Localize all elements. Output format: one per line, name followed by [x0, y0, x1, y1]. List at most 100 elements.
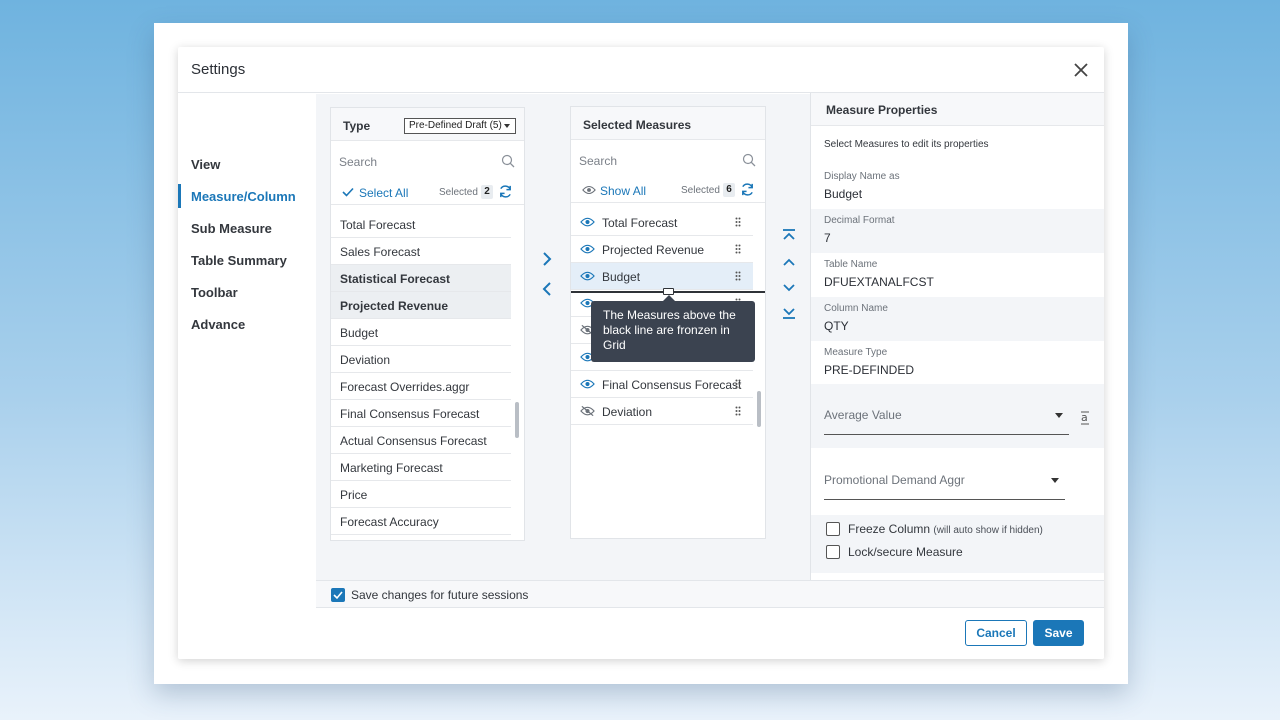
- drag-handle-icon[interactable]: [735, 379, 741, 389]
- selected-search-input[interactable]: Search: [579, 154, 617, 168]
- available-list-item[interactable]: Statistical Forecast: [331, 265, 511, 292]
- search-icon: [742, 153, 756, 167]
- available-list-item[interactable]: Deviation: [331, 346, 511, 373]
- freeze-divider-handle[interactable]: [663, 288, 674, 295]
- cancel-button[interactable]: Cancel: [965, 620, 1027, 646]
- select-all-link[interactable]: Select All: [359, 186, 408, 200]
- list-item-label: Projected Revenue: [602, 243, 705, 257]
- selected-scrollbar[interactable]: [757, 391, 761, 427]
- drag-handle-icon[interactable]: [735, 406, 741, 416]
- drag-handle-icon[interactable]: [735, 244, 741, 254]
- move-left-icon[interactable]: [539, 281, 555, 297]
- list-item-label: Forecast Overrides.aggr: [340, 380, 470, 394]
- list-item-label: Final Consensus Forecast: [602, 378, 742, 392]
- list-item-label: Price: [340, 488, 368, 502]
- dropdown-underline: [824, 499, 1065, 500]
- nav-active-indicator: [178, 184, 181, 208]
- selected-list-item[interactable]: Final Consensus Forecast: [571, 371, 753, 398]
- show-all-link[interactable]: Show All: [600, 184, 646, 198]
- column-name-field: Column Name QTY: [811, 297, 1104, 341]
- available-list-item[interactable]: Marketing Forecast: [331, 454, 511, 481]
- available-search[interactable]: Search: [331, 148, 524, 176]
- dialog-title: Settings: [191, 61, 246, 78]
- available-list-item[interactable]: Forecast Overrides.aggr: [331, 373, 511, 400]
- nav-item-measure-column[interactable]: Measure/Column: [191, 189, 296, 204]
- field-value[interactable]: Budget: [824, 187, 862, 201]
- available-list-item[interactable]: Price: [331, 481, 511, 508]
- nav-item-view[interactable]: View: [191, 157, 220, 172]
- selected-list-item[interactable]: Total Forecast: [571, 209, 753, 236]
- refresh-icon[interactable]: [740, 182, 755, 197]
- available-list-item[interactable]: Actual Consensus Forecast: [331, 427, 511, 454]
- dropdown-underline: [824, 434, 1069, 435]
- available-list-item[interactable]: Total Forecast: [331, 211, 511, 238]
- freeze-column-checkbox[interactable]: [826, 522, 840, 536]
- eye-icon[interactable]: [580, 270, 595, 282]
- close-icon[interactable]: [1072, 61, 1090, 79]
- selected-list-item[interactable]: Budget: [571, 263, 753, 290]
- available-list-item[interactable]: Forecast Accuracy: [331, 508, 511, 535]
- selected-count-badge: 6: [723, 183, 735, 197]
- promotional-demand-dropdown[interactable]: Promotional Demand Aggr: [811, 449, 1104, 513]
- eye-icon[interactable]: [582, 184, 596, 196]
- save-button[interactable]: Save: [1033, 620, 1084, 646]
- eye-icon[interactable]: [580, 378, 595, 390]
- properties-hint: Select Measures to edit its properties: [824, 139, 989, 150]
- list-item-label: Marketing Forecast: [340, 461, 443, 475]
- list-item-label: Statistical Forecast: [340, 272, 451, 286]
- move-down-icon[interactable]: [781, 280, 797, 296]
- nav-item-advance[interactable]: Advance: [191, 317, 245, 332]
- drag-handle-icon[interactable]: [735, 271, 741, 281]
- move-right-icon[interactable]: [539, 251, 555, 267]
- move-to-bottom-icon[interactable]: [781, 304, 797, 320]
- selected-list-item[interactable]: Projected Revenue: [571, 236, 753, 263]
- available-scrollbar[interactable]: [515, 402, 519, 438]
- list-item-label: Final Consensus Forecast: [340, 407, 480, 421]
- list-item-label: Forecast Accuracy: [340, 515, 439, 529]
- freeze-column-text: Freeze Column: [848, 522, 931, 536]
- type-select[interactable]: Pre-Defined Draft (5): [404, 118, 516, 134]
- measure-properties-header: Measure Properties: [811, 93, 1104, 126]
- eye-icon[interactable]: [580, 216, 595, 228]
- table-name-field: Table Name DFUEXTANALFCST: [811, 253, 1104, 297]
- selected-count-badge: 2: [481, 185, 493, 199]
- eye-off-icon[interactable]: [580, 405, 595, 417]
- selected-list-item[interactable]: Deviation: [571, 398, 753, 425]
- available-list-item[interactable]: Final Consensus Forecast: [331, 400, 511, 427]
- average-value-dropdown[interactable]: Average Value a: [811, 384, 1104, 448]
- options-block: Freeze Column (will auto show if hidden)…: [811, 515, 1104, 573]
- field-label: Display Name as: [824, 171, 900, 182]
- lock-measure-checkbox[interactable]: [826, 545, 840, 559]
- text-format-icon[interactable]: a: [1080, 411, 1090, 425]
- move-up-icon[interactable]: [781, 254, 797, 270]
- nav-item-toolbar[interactable]: Toolbar: [191, 285, 238, 300]
- available-search-input[interactable]: Search: [339, 155, 377, 169]
- display-name-field[interactable]: Display Name as Budget: [811, 165, 1104, 209]
- nav-item-table-summary[interactable]: Table Summary: [191, 253, 287, 268]
- settings-dialog: Settings View Measure/Column Sub Measure…: [178, 47, 1104, 659]
- refresh-icon[interactable]: [498, 184, 513, 199]
- available-list-item[interactable]: Budget: [331, 319, 511, 346]
- drag-handle-icon[interactable]: [735, 217, 741, 227]
- save-sessions-checkbox[interactable]: [331, 588, 345, 602]
- caret-down-icon: [1055, 413, 1063, 418]
- eye-icon[interactable]: [580, 243, 595, 255]
- available-list-item[interactable]: Sales Forecast: [331, 238, 511, 265]
- list-item-label: Budget: [602, 270, 641, 284]
- save-sessions-label: Save changes for future sessions: [351, 588, 529, 602]
- available-list-item[interactable]: Projected Revenue: [331, 292, 511, 319]
- check-icon[interactable]: [342, 186, 354, 198]
- field-value: PRE-DEFINDED: [824, 363, 915, 377]
- field-value: DFUEXTANALFCST: [824, 275, 934, 289]
- field-label: Decimal Format: [824, 215, 895, 226]
- selected-search[interactable]: Search: [571, 147, 765, 175]
- field-label: Column Name: [824, 303, 888, 314]
- move-to-top-icon[interactable]: [781, 228, 797, 244]
- nav-item-sub-measure[interactable]: Sub Measure: [191, 221, 272, 236]
- freeze-column-note: (will auto show if hidden): [933, 525, 1043, 536]
- field-value[interactable]: 7: [824, 231, 831, 245]
- decimal-format-field[interactable]: Decimal Format 7: [811, 209, 1104, 253]
- list-item-label: Sales Forecast: [340, 245, 421, 259]
- svg-text:a: a: [1081, 411, 1088, 424]
- show-all-row: Show All Selected 6: [571, 179, 765, 203]
